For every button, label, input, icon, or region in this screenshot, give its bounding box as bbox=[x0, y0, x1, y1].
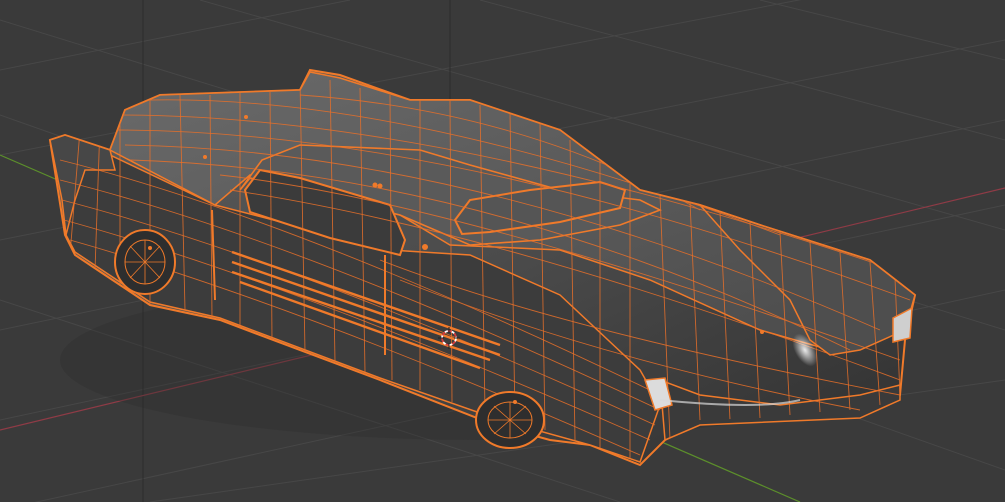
front-wheel bbox=[114, 229, 176, 295]
3d-viewport[interactable] bbox=[0, 0, 1005, 502]
car-mesh[interactable] bbox=[48, 68, 917, 467]
viewport-canvas[interactable] bbox=[0, 0, 1005, 502]
rear-wheel bbox=[475, 391, 545, 449]
